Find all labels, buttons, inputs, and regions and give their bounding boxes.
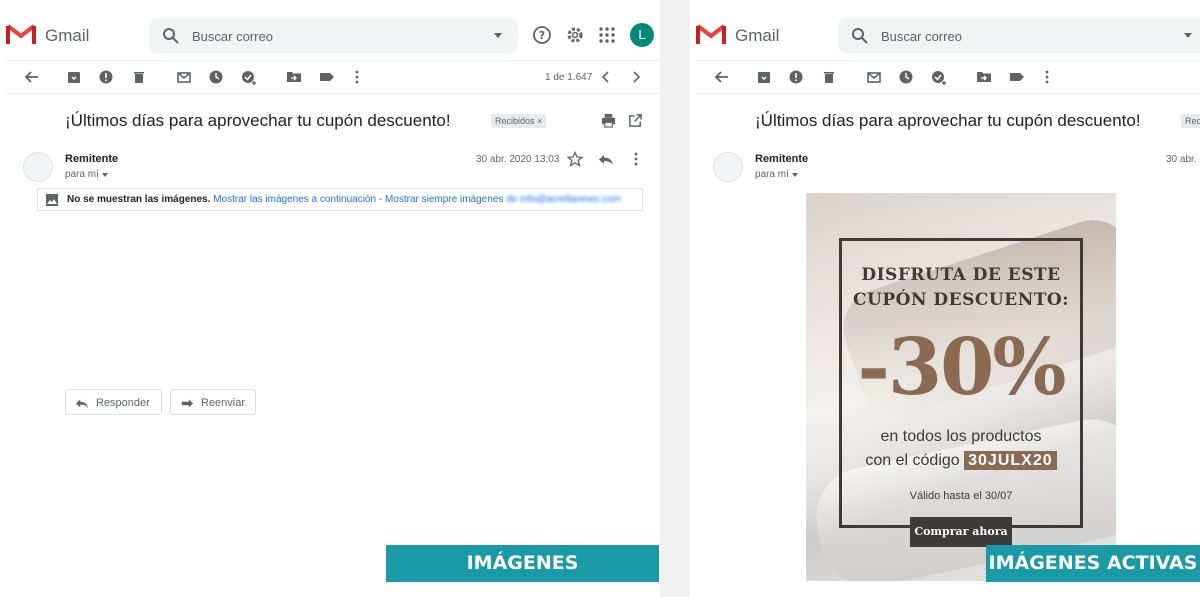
buy-now-button[interactable]: Comprar ahora — [910, 517, 1012, 547]
gmail-topbar: Gmail Buscar correo — [690, 0, 1200, 60]
back-icon[interactable] — [714, 69, 730, 85]
print-icon[interactable] — [601, 113, 616, 128]
sender-avatar — [713, 152, 743, 182]
search-placeholder: Buscar correo — [881, 29, 962, 44]
forward-button[interactable]: Reenviar — [170, 389, 256, 415]
coupon-image: DISFRUTA DE ESTE CUPÓN DESCUENTO: -30% e… — [806, 193, 1116, 581]
recipient-label: para mí — [755, 169, 789, 180]
coupon-title-line1: DISFRUTA DE ESTE — [861, 265, 1061, 285]
reply-button[interactable]: Responder — [65, 389, 162, 415]
images-enabled-badge: IMÁGENES ACTIVAS — [986, 545, 1200, 582]
gmail-logo-text: Gmail — [45, 26, 90, 45]
archive-icon[interactable] — [756, 69, 772, 85]
inbox-label-chip[interactable]: Reci — [1181, 114, 1200, 128]
gmail-logo-text: Gmail — [735, 26, 780, 45]
always-show-images-link[interactable]: Mostrar siempre imágenes — [385, 194, 503, 205]
search-placeholder: Buscar correo — [192, 29, 273, 44]
coupon-validity: Válido hasta el 30/07 — [909, 490, 1013, 502]
report-spam-icon[interactable] — [98, 69, 114, 85]
reply-icon — [75, 399, 89, 409]
images-hidden-text: No se muestran las imágenes. — [67, 194, 211, 205]
images-hidden-notice: No se muestran las imágenes. Mostrar las… — [37, 188, 643, 211]
snooze-icon[interactable] — [208, 69, 224, 85]
move-to-icon[interactable] — [286, 69, 302, 85]
add-task-icon[interactable] — [931, 69, 947, 85]
snooze-icon[interactable] — [898, 69, 914, 85]
sender-avatar — [23, 152, 53, 182]
coupon-text-line1: en todos los productos — [880, 428, 1042, 445]
gmail-panel-images-on: Gmail Buscar correo ¡Últimos días para a… — [690, 0, 1200, 597]
coupon-title-line2: CUPÓN DESCUENTO: — [853, 290, 1069, 310]
search-input[interactable]: Buscar correo — [149, 18, 518, 53]
message-toolbar — [696, 60, 1200, 94]
image-icon — [46, 194, 58, 206]
recipient-details-icon[interactable] — [792, 173, 798, 177]
move-to-icon[interactable] — [976, 69, 992, 85]
chevron-left-icon[interactable] — [598, 69, 614, 85]
delete-icon[interactable] — [821, 69, 837, 85]
search-icon[interactable] — [162, 27, 179, 44]
email-subject: ¡Últimos días para aprovechar tu cupón d… — [65, 111, 451, 130]
svg-text:?: ? — [539, 29, 545, 42]
reply-button-label: Responder — [96, 397, 150, 409]
star-icon[interactable] — [567, 151, 583, 167]
back-icon[interactable] — [24, 69, 40, 85]
coupon-code-prefix: con el código — [865, 452, 960, 469]
comparison-stage: Gmail Buscar correo ? L 1 de 1.647 ¡Últi… — [0, 0, 1200, 597]
archive-icon[interactable] — [66, 69, 82, 85]
search-icon[interactable] — [851, 27, 868, 44]
more-icon[interactable] — [349, 69, 365, 85]
more-icon[interactable] — [628, 151, 644, 167]
help-icon[interactable]: ? — [532, 25, 552, 45]
mark-unread-icon[interactable] — [176, 69, 192, 85]
show-images-link[interactable]: Mostrar las imágenes a continuación — [213, 194, 376, 205]
mark-unread-icon[interactable] — [866, 69, 882, 85]
search-options-dropdown-icon[interactable] — [494, 33, 502, 38]
forward-icon — [181, 399, 194, 408]
message-date: 30 abr. — [1166, 154, 1197, 165]
link-separator: - — [376, 194, 385, 205]
recipient-label: para mí — [65, 169, 99, 180]
coupon-discount: -30% — [857, 322, 1066, 413]
gmail-topbar: Gmail Buscar correo ? L — [0, 0, 660, 60]
add-task-icon[interactable] — [241, 69, 257, 85]
label-icon[interactable] — [1009, 69, 1025, 85]
recipient-details-icon[interactable] — [102, 173, 108, 177]
coupon-code: 30JULX20 — [964, 451, 1057, 470]
report-spam-icon[interactable] — [788, 69, 804, 85]
panel-divider — [660, 0, 690, 597]
gear-icon[interactable] — [565, 25, 585, 45]
forward-button-label: Reenviar — [201, 397, 246, 409]
search-input[interactable]: Buscar correo — [838, 18, 1200, 53]
gmail-logo[interactable] — [696, 22, 726, 46]
coupon-text-line2: con el código 30JULX20 — [806, 451, 1116, 470]
chevron-right-icon[interactable] — [628, 69, 644, 85]
inbox-label-chip[interactable]: Recibidos × — [491, 114, 547, 128]
open-new-window-icon[interactable] — [628, 113, 643, 128]
account-avatar[interactable]: L — [630, 23, 654, 47]
message-date: 30 abr. 2020 13:03 — [476, 154, 560, 165]
blurred-sender-address: de info@acrelianews.com — [506, 194, 621, 205]
gmail-panel-images-off: Gmail Buscar correo ? L 1 de 1.647 ¡Últi… — [0, 0, 660, 597]
reply-icon[interactable] — [598, 151, 614, 167]
more-icon[interactable] — [1039, 69, 1055, 85]
images-disabled-badge: IMÁGENES DESACTIVADAS — [386, 545, 659, 597]
search-options-dropdown-icon[interactable] — [1184, 33, 1192, 38]
apps-icon[interactable] — [597, 25, 617, 45]
label-icon[interactable] — [319, 69, 335, 85]
email-subject: ¡Últimos días para aprovechar tu cupón d… — [755, 111, 1141, 130]
message-toolbar: 1 de 1.647 — [6, 60, 660, 94]
sender-name[interactable]: Remitente — [755, 153, 808, 165]
pagination-count: 1 de 1.647 — [545, 72, 593, 83]
gmail-logo[interactable] — [6, 22, 36, 46]
delete-icon[interactable] — [131, 69, 147, 85]
sender-name[interactable]: Remitente — [65, 153, 118, 165]
